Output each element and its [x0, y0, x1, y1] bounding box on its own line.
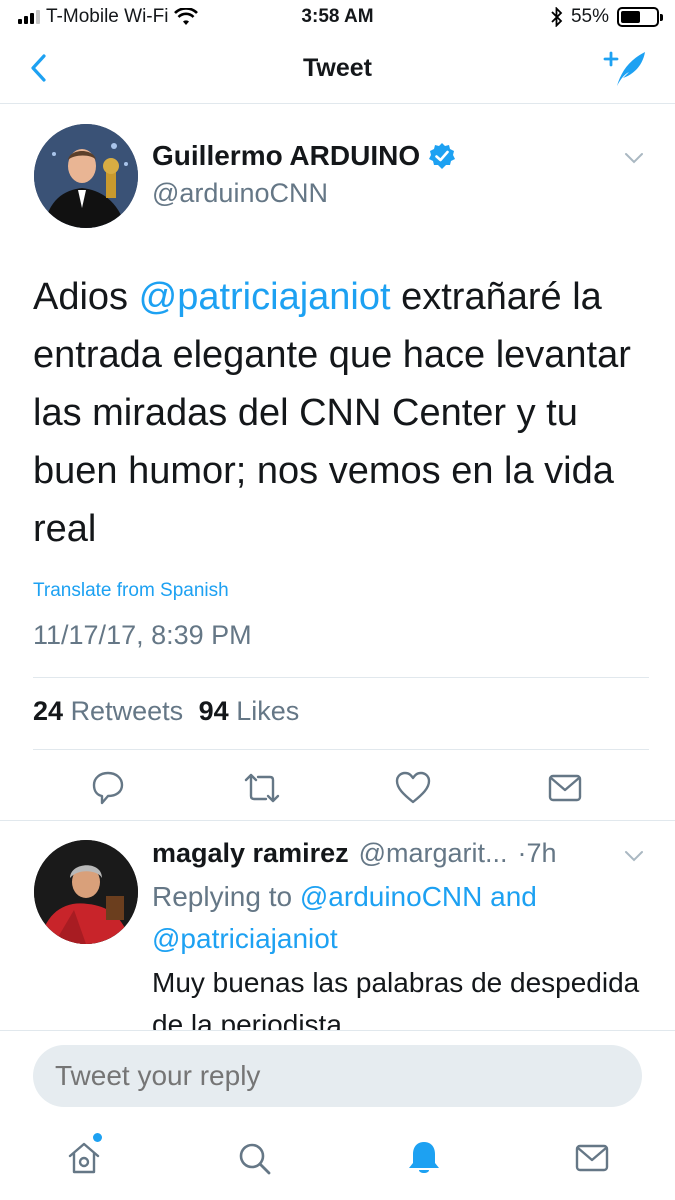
reply-time: ·7h [517, 838, 557, 868]
new-content-indicator [93, 1133, 102, 1142]
chevron-down-icon[interactable] [623, 150, 645, 166]
reply-composer [0, 1030, 675, 1120]
replying-mention-2[interactable]: @patriciajaniot [152, 923, 338, 954]
reply-header: magaly ramirez @margarit... ·7h [152, 838, 652, 869]
reply-author-name[interactable]: magaly ramirez [152, 838, 349, 869]
replying-mention-1[interactable]: @arduinoCNN [300, 881, 483, 912]
battery-percent: 55% [570, 6, 609, 27]
battery-level [621, 11, 640, 23]
tweet-text-prefix: Adios [33, 276, 139, 318]
avatar-photo [34, 840, 138, 944]
reply-icon[interactable] [88, 768, 128, 808]
avatar-photo [34, 124, 138, 228]
like-count[interactable]: 94 [199, 696, 229, 726]
tweet-text: Adios @patriciajaniot extrañaré la entra… [33, 268, 653, 558]
reply-input[interactable] [33, 1045, 642, 1107]
reply-text: Muy buenas las palabras de despedida de … [152, 967, 640, 1030]
compose-tweet-icon[interactable] [603, 48, 647, 88]
direct-message-icon[interactable] [545, 768, 585, 808]
author-avatar[interactable] [34, 124, 138, 228]
heart-icon[interactable] [393, 768, 433, 808]
reply-avatar[interactable] [34, 840, 138, 944]
divider [33, 749, 649, 750]
verified-badge-icon [429, 143, 456, 169]
search-icon[interactable] [234, 1138, 274, 1178]
bluetooth-icon [551, 7, 563, 27]
translate-link[interactable]: Translate from Spanish [33, 580, 229, 602]
messages-icon[interactable] [572, 1138, 612, 1178]
notifications-icon[interactable] [404, 1138, 444, 1178]
replying-to: Replying to @arduinoCNN and @patriciajani… [152, 876, 652, 960]
nav-header: Tweet [0, 36, 675, 104]
tweet-stats: 24 Retweets 94 Likes [33, 696, 299, 727]
home-icon[interactable] [64, 1138, 104, 1178]
retweet-label[interactable]: Retweets [71, 696, 184, 726]
battery-icon [617, 7, 663, 27]
replying-and: and [482, 881, 537, 912]
divider [33, 677, 649, 678]
page-title: Tweet [303, 54, 372, 82]
retweet-icon[interactable] [242, 768, 282, 808]
like-label[interactable]: Likes [236, 696, 299, 726]
mention-link[interactable]: @patriciajaniot [139, 276, 391, 318]
status-bar: T-Mobile Wi-Fi 3:58 AM 55% [0, 0, 675, 36]
chevron-down-icon[interactable] [623, 848, 645, 864]
divider [0, 820, 675, 821]
reply-author-handle[interactable]: @margarit... [359, 838, 508, 869]
tweet-actions [0, 760, 675, 820]
tab-bar [0, 1120, 675, 1200]
author-name[interactable]: Guillermo ARDUINO [152, 140, 420, 172]
tweet-timestamp: 11/17/17, 8:39 PM [33, 620, 252, 650]
author-handle[interactable]: @arduinoCNN [152, 178, 328, 209]
retweet-count[interactable]: 24 [33, 696, 63, 726]
replying-prefix: Replying to [152, 881, 300, 912]
